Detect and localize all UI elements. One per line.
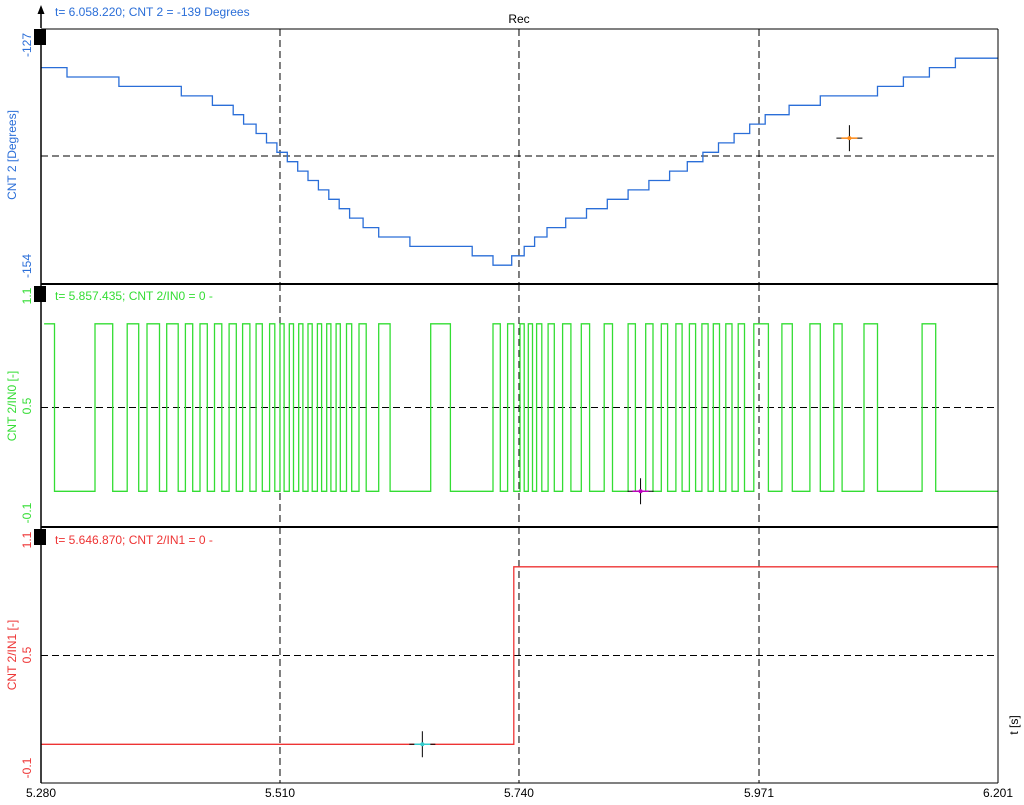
panel-in1: 1.1 0.5 -0.1 CNT 2/IN1 [-] t= 5.646.870;…: [5, 527, 998, 783]
recorder-chart: Rec t [s] -127 -154 CNT 2 [Degrees] t= 6…: [5, 5, 1021, 800]
panel-in0-ytick-mid: 0.5: [20, 397, 34, 414]
panel-cnt2: -127 -154 CNT 2 [Degrees] t= 6.058.220; …: [5, 5, 998, 284]
x-tick-label: 5.971: [744, 786, 774, 800]
cursor-dot: [638, 489, 643, 494]
panel-in1-cursor-readout: t= 5.646.870; CNT 2/IN1 = 0 -: [55, 533, 213, 547]
panel-cnt2-ytick-top: -127: [20, 33, 34, 57]
panel-cnt2-series-line: [41, 57, 998, 266]
panel-in0-marker[interactable]: [34, 286, 46, 302]
panel-cnt2-ytick-bottom: -154: [20, 254, 34, 278]
panel-cnt2-ylabel: CNT 2 [Degrees]: [5, 110, 19, 200]
panel-cnt2-grid: [41, 29, 998, 284]
cursor-dot: [847, 136, 852, 141]
panel-in1-ytick-mid: 0.5: [20, 646, 34, 663]
panel-in1-ytick-bottom: -0.1: [20, 757, 34, 778]
axis-arrow-icon: [37, 5, 45, 28]
panel-cnt2-cursor-crosshair[interactable]: [836, 125, 863, 152]
chart-title: Rec: [508, 12, 529, 26]
panel-in0-ytick-top: 1.1: [20, 287, 34, 304]
panel-in0-ylabel: CNT 2/IN0 [-]: [5, 371, 19, 441]
x-tick-label: 5.740: [504, 786, 534, 800]
x-axis: 5.280 5.510 5.740 5.971 6.201: [26, 786, 1013, 800]
panel-cnt2-marker[interactable]: [34, 29, 46, 45]
x-tick-label: 6.201: [983, 786, 1013, 800]
x-axis-label: t [s]: [1007, 715, 1021, 734]
panel-in0-ytick-bottom: -0.1: [20, 502, 34, 523]
x-tick-label: 5.280: [26, 786, 56, 800]
panel-in0-cursor-crosshair[interactable]: [627, 478, 654, 505]
panel-in1-cursor-crosshair[interactable]: [409, 731, 436, 758]
panel-in0: 1.1 0.5 -0.1 CNT 2/IN0 [-] t= 5.857.435;…: [5, 284, 998, 527]
panel-cnt2-cursor-readout: t= 6.058.220; CNT 2 = -139 Degrees: [55, 5, 250, 19]
panel-in1-marker[interactable]: [34, 529, 46, 545]
panel-in1-ytick-top: 1.1: [20, 531, 34, 548]
x-tick-label: 5.510: [265, 786, 295, 800]
panel-in0-cursor-readout: t= 5.857.435; CNT 2/IN0 = 0 -: [55, 289, 213, 303]
cursor-dot: [420, 742, 425, 747]
panel-in1-ylabel: CNT 2/IN1 [-]: [5, 620, 19, 690]
